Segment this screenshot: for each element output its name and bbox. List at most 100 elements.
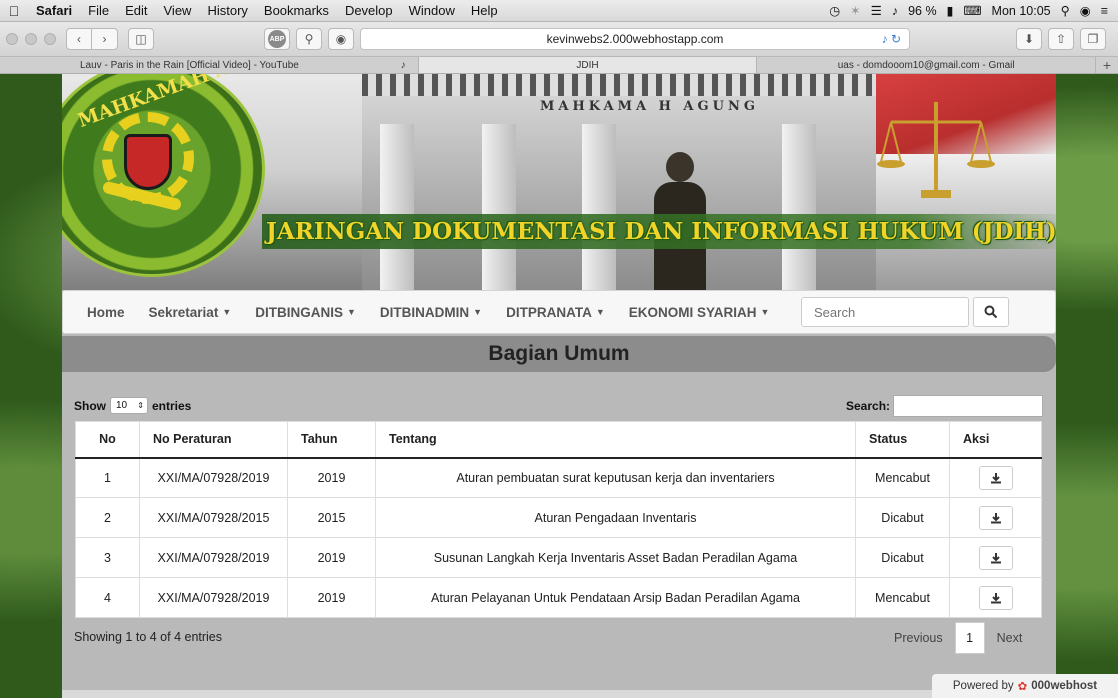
minimize-window-button[interactable] [25, 33, 37, 45]
share-button[interactable]: ⇧ [1048, 28, 1074, 50]
volume-icon[interactable]: ♪ [892, 4, 898, 18]
forward-button[interactable]: › [92, 28, 118, 50]
updown-icon: ⇕ [137, 401, 144, 410]
tabs-overview-button[interactable]: ❐ [1080, 28, 1106, 50]
col-no[interactable]: No [75, 421, 140, 459]
site-search-button[interactable] [973, 297, 1009, 327]
col-tentang[interactable]: Tentang [375, 421, 856, 459]
table-row: 1 XXI/MA/07928/2019 2019 Aturan pembuata… [75, 457, 1042, 498]
nav-ditbinadmin[interactable]: DITBINADMIN ▼ [380, 305, 482, 320]
menu-bookmarks[interactable]: Bookmarks [256, 3, 337, 18]
menu-view[interactable]: View [156, 3, 200, 18]
menu-file[interactable]: File [80, 3, 117, 18]
audio-reload-icon[interactable]: ♪ ↻ [882, 32, 901, 46]
back-button[interactable]: ‹ [66, 28, 92, 50]
col-aksi[interactable]: Aksi [949, 421, 1042, 459]
powered-by-badge[interactable]: Powered by ✿ 000webhost [932, 674, 1118, 698]
notification-center-icon[interactable]: ≡ [1101, 4, 1108, 18]
download-button[interactable] [978, 465, 1013, 490]
nav-label: DITBINADMIN [379, 304, 470, 320]
powered-brand: 000webhost [1031, 680, 1098, 692]
menu-help[interactable]: Help [463, 3, 506, 18]
adblock-icon: ABP [268, 30, 286, 48]
tab-youtube[interactable]: Lauv - Paris in the Rain [Official Video… [0, 57, 419, 73]
download-button[interactable] [978, 585, 1013, 610]
page-container: MAHKAMA H AGUNG MAHKAMAH AGUNG JARINGAN … [62, 74, 1056, 698]
new-tab-button[interactable]: + [1096, 57, 1118, 73]
nav-ditbinganis[interactable]: DITBINGANIS ▼ [255, 305, 356, 320]
extension-button[interactable]: ◉ [328, 28, 354, 50]
time-machine-icon[interactable]: ◷ [829, 3, 840, 18]
cell-tahun: 2019 [287, 577, 376, 618]
share-icon: ⇧ [1055, 32, 1067, 46]
menu-app-safari[interactable]: Safari [28, 3, 80, 18]
regulations-table: No No Peraturan Tahun Tentang Status Aks… [75, 421, 1042, 618]
shield-outline-icon: ◉ [335, 32, 347, 46]
search-extension-button[interactable]: ⚲ [296, 28, 322, 50]
building-cornice [362, 74, 882, 96]
keyboard-icon[interactable]: ⌨ [964, 3, 982, 18]
footer-strip [62, 690, 1056, 698]
col-tahun[interactable]: Tahun [287, 421, 376, 459]
cell-aksi [949, 457, 1042, 498]
back-forward-group: ‹ › [66, 28, 118, 50]
nav-ditpranata[interactable]: DITPRANATA ▼ [506, 305, 605, 320]
adblock-button[interactable]: ABP [264, 28, 290, 50]
nav-label: EKONOMI SYARIAH [628, 304, 757, 320]
cell-aksi [949, 577, 1042, 618]
nav-ekonomi-syariah[interactable]: EKONOMI SYARIAH ▼ [629, 305, 770, 320]
cell-tahun: 2015 [287, 497, 376, 538]
tab-jdih[interactable]: JDIH [418, 57, 758, 73]
sidebar-button[interactable]: ◫ [128, 28, 154, 50]
cell-tentang: Aturan pembuatan surat keputusan kerja d… [375, 457, 856, 498]
download-button[interactable] [978, 505, 1013, 530]
address-bar[interactable]: kevinwebs2.000webhostapp.com ♪ ↻ [360, 28, 910, 50]
siri-icon[interactable]: ◉ [1080, 3, 1091, 18]
battery-icon[interactable]: ▮ [947, 3, 954, 18]
page-1-button[interactable]: 1 [954, 622, 985, 654]
nav-label: DITBINGANIS [255, 304, 343, 320]
table-info: Showing 1 to 4 of 4 entries [74, 630, 223, 644]
column [582, 124, 616, 290]
pagination: Previous 1 Next [882, 622, 1034, 654]
download-icon [990, 512, 1001, 523]
col-status[interactable]: Status [855, 421, 950, 459]
tabs-icon: ❐ [1087, 32, 1099, 46]
cell-status: Mencabut [855, 457, 950, 498]
site-search-input[interactable] [801, 297, 969, 327]
mahkamah-agung-logo: MAHKAMAH AGUNG [62, 74, 295, 274]
menu-edit[interactable]: Edit [117, 3, 155, 18]
bluetooth-icon[interactable]: ✶ [850, 3, 860, 18]
previous-page-button[interactable]: Previous [882, 631, 955, 645]
nav-home[interactable]: Home [87, 305, 125, 320]
download-icon [990, 592, 1001, 603]
spotlight-icon[interactable]: ⚲ [1061, 3, 1070, 18]
menu-develop[interactable]: Develop [337, 3, 401, 18]
cell-no-peraturan: XXI/MA/07928/2019 [139, 537, 288, 578]
page-title: Bagian Umum [62, 336, 1056, 372]
close-window-button[interactable] [6, 33, 18, 45]
zoom-window-button[interactable] [44, 33, 56, 45]
speaker-icon[interactable]: ♪ [401, 60, 406, 71]
menu-window[interactable]: Window [401, 3, 463, 18]
table-search-input[interactable] [893, 395, 1044, 417]
download-icon [990, 552, 1001, 563]
col-no-peraturan[interactable]: No Peraturan [139, 421, 288, 459]
cell-status: Dicabut [855, 537, 950, 578]
wifi-icon[interactable]: ☰ [871, 3, 882, 18]
webhost-logo-icon: ✿ [1017, 681, 1028, 693]
cell-no: 1 [75, 457, 140, 498]
download-button[interactable] [978, 545, 1013, 570]
entries-select[interactable]: 10 ⇕ [110, 397, 148, 414]
cell-aksi [949, 497, 1042, 538]
tab-gmail[interactable]: uas - domdooom10@gmail.com - Gmail [757, 57, 1097, 73]
downloads-button[interactable]: ⬇ [1016, 28, 1042, 50]
nav-sekretariat[interactable]: Sekretariat ▼ [149, 305, 232, 320]
cell-tentang: Aturan Pelayanan Untuk Pendataan Arsip B… [375, 577, 856, 618]
entries-value: 10 [116, 400, 128, 411]
menu-history[interactable]: History [199, 3, 255, 18]
battery-percent[interactable]: 96 % [908, 4, 937, 18]
clock[interactable]: Mon 10:05 [992, 4, 1051, 18]
next-page-button[interactable]: Next [985, 631, 1035, 645]
apple-menu-icon[interactable]:  [0, 3, 28, 19]
